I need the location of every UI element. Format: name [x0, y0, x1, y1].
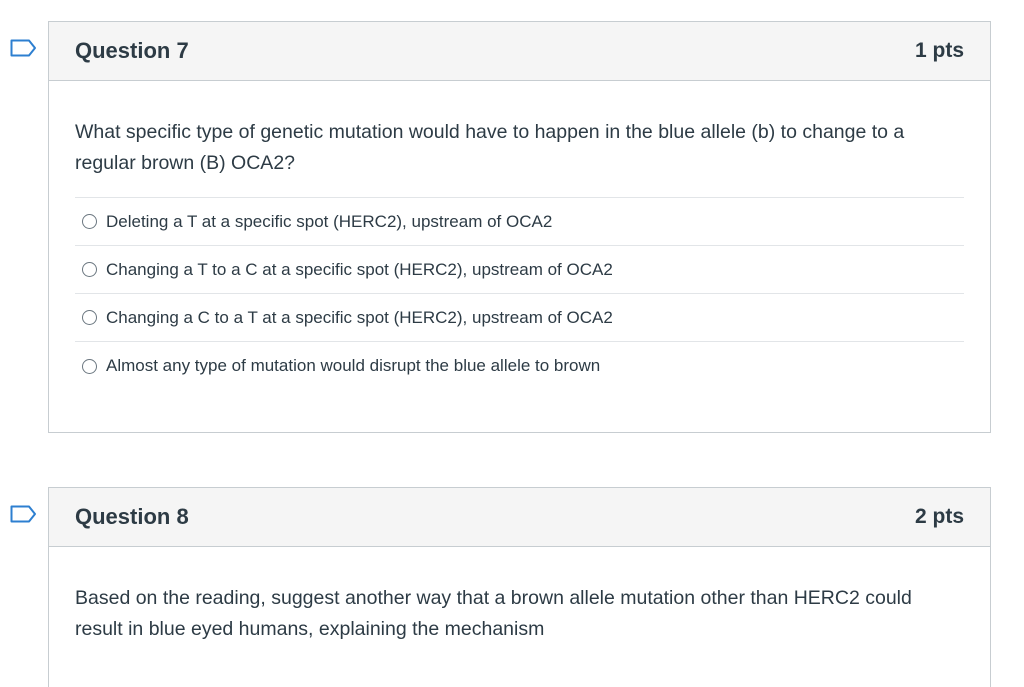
- answer-list: Deleting a T at a specific spot (HERC2),…: [75, 197, 964, 390]
- radio-button[interactable]: [82, 214, 97, 229]
- answer-label: Changing a C to a T at a specific spot (…: [106, 307, 613, 327]
- question-title: Question 7: [75, 38, 189, 63]
- answer-option[interactable]: Deleting a T at a specific spot (HERC2),…: [75, 198, 964, 246]
- answer-option[interactable]: Changing a T to a C at a specific spot (…: [75, 246, 964, 294]
- radio-button[interactable]: [82, 310, 97, 325]
- radio-button[interactable]: [82, 358, 97, 374]
- question-points: 1 pts: [914, 39, 964, 62]
- question-title: Question 8: [75, 504, 189, 529]
- question-points: 2 pts: [914, 505, 964, 528]
- question-header: Question 8 2 pts: [49, 488, 990, 547]
- answer-label: Almost any type of mutation would disrup…: [106, 356, 601, 375]
- answer-label: Changing a T to a C at a specific spot (…: [106, 259, 613, 279]
- answer-option[interactable]: Changing a C to a T at a specific spot (…: [75, 294, 964, 342]
- flag-question-icon[interactable]: [10, 505, 37, 523]
- question-header: Question 7 1 pts: [49, 22, 990, 81]
- question-text: What specific type of genetic mutation w…: [75, 121, 905, 174]
- question-card: Question 8 2 pts Based on the reading, s…: [48, 487, 991, 687]
- flag-question-icon[interactable]: [10, 39, 37, 57]
- radio-button[interactable]: [82, 262, 97, 277]
- question-text: Based on the reading, suggest another wa…: [75, 587, 912, 640]
- answer-option[interactable]: Almost any type of mutation would disrup…: [75, 342, 964, 390]
- question-card: Question 7 1 pts What specific type of g…: [48, 21, 991, 433]
- answer-label: Deleting a T at a specific spot (HERC2),…: [106, 211, 553, 231]
